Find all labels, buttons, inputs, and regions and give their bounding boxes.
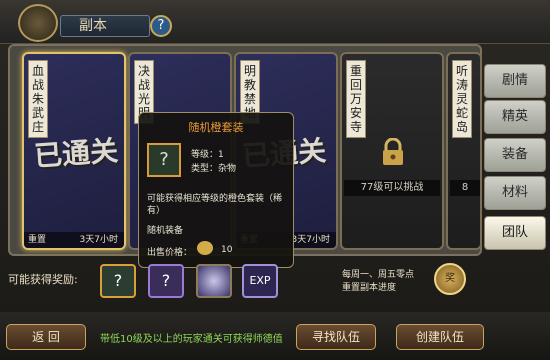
- dungeon-logo-icon: [18, 4, 58, 42]
- item-tooltip: 随机橙套装 ? 等级：1 类型：杂物 可能获得相应等级的橙色套装（稀有） 随机装…: [138, 112, 294, 268]
- tab-elite[interactable]: 精英: [484, 100, 546, 134]
- reset-timer: 重置 3天7小时: [24, 232, 124, 248]
- help-button[interactable]: ?: [150, 15, 172, 37]
- tooltip-title: 随机橙套装: [188, 121, 244, 134]
- reset-schedule-line1: 每周一、周五零点: [342, 270, 415, 280]
- rewards-label: 可能获得奖励:: [8, 273, 78, 286]
- item-type: 类型：杂物: [191, 164, 237, 174]
- item-description: 可能获得相应等级的橙色套装（稀有）: [147, 194, 283, 216]
- tab-team[interactable]: 团队: [484, 216, 546, 250]
- dungeon-card-5[interactable]: 听涛灵蛇岛 8: [446, 52, 482, 250]
- mystery-item-icon: ?: [147, 143, 181, 177]
- reset-schedule-line2: 重置副本进度: [342, 283, 397, 293]
- coin-icon: [197, 241, 213, 255]
- mentor-notice: 带低10级及以上的玩家通关可获得师德值: [100, 334, 283, 345]
- dungeon-card-1[interactable]: 血战朱武庄 已通关 重置 3天7小时: [22, 52, 126, 250]
- tab-story[interactable]: 剧情: [484, 64, 546, 98]
- header-bar: 副本 ?: [0, 0, 550, 44]
- level-requirement: 8: [450, 180, 480, 196]
- tab-equipment[interactable]: 装备: [484, 138, 546, 172]
- dungeon-name-1: 血战朱武庄: [28, 60, 48, 138]
- find-team-button[interactable]: 寻找队伍: [296, 324, 376, 350]
- dungeon-name-5: 听涛灵蛇岛: [452, 60, 472, 138]
- cleared-stamp: 已通关: [33, 134, 120, 173]
- lock-icon: [383, 138, 403, 165]
- sell-price-label: 出售价格：: [147, 248, 193, 258]
- item-level: 等级：1: [191, 150, 224, 160]
- sell-price-value: 10: [221, 245, 233, 255]
- reward-slot-exp[interactable]: EXP: [242, 264, 278, 298]
- create-team-button[interactable]: 创建队伍: [396, 324, 484, 350]
- page-title: 副本: [60, 15, 150, 37]
- dungeon-name-4: 重回万安寺: [346, 60, 366, 138]
- tab-material[interactable]: 材料: [484, 176, 546, 210]
- dungeon-card-4[interactable]: 重回万安寺 77级可以挑战: [340, 52, 444, 250]
- medal-icon[interactable]: 奖: [434, 263, 466, 295]
- reward-slot-1[interactable]: ?: [100, 264, 136, 298]
- back-button[interactable]: 返 回: [6, 324, 86, 350]
- reward-slot-3[interactable]: [196, 264, 232, 298]
- level-requirement: 77级可以挑战: [344, 180, 440, 196]
- item-subtype: 随机装备: [147, 226, 184, 236]
- reward-slot-2[interactable]: ?: [148, 264, 184, 298]
